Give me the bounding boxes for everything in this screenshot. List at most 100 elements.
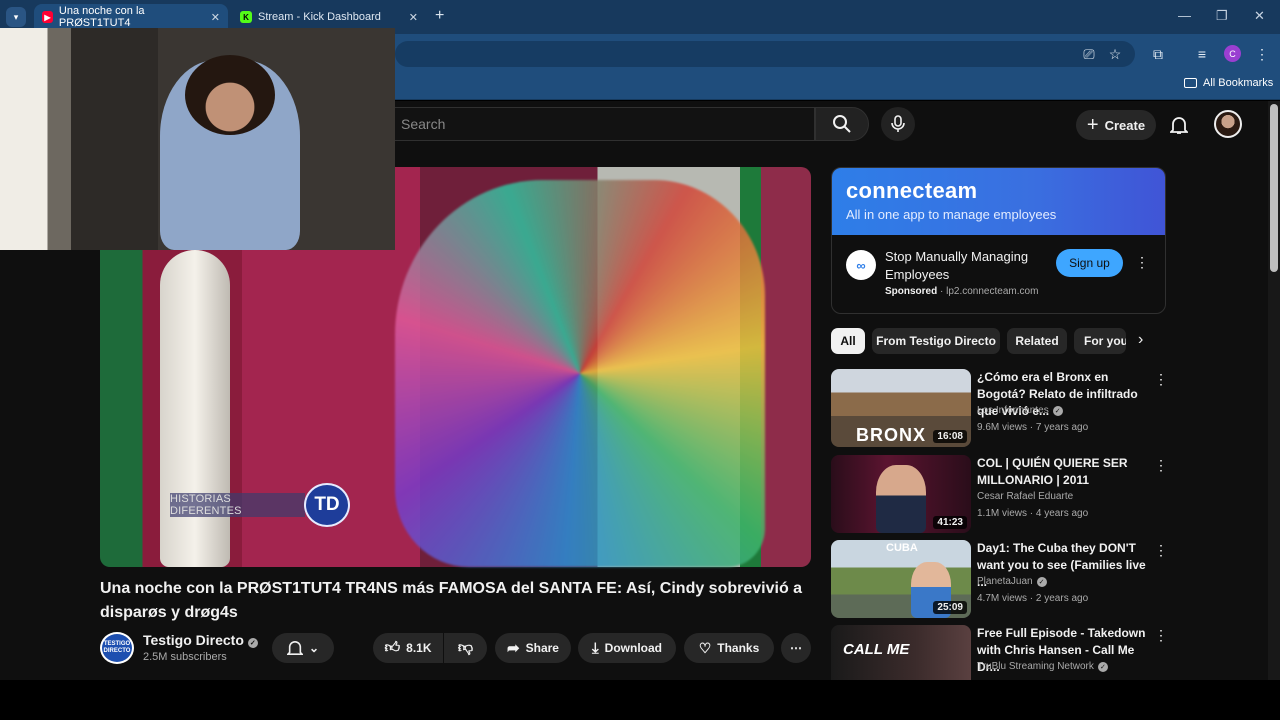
ad-sponsor-line: Sponsored · lp2.connecteam.com — [885, 286, 1038, 297]
thanks-button[interactable]: ♡ Thanks — [684, 633, 774, 663]
webcam-person-head — [185, 55, 275, 135]
channel-text: Cesar Rafael Eduarte — [977, 491, 1074, 502]
download-button[interactable]: ⤓ Download — [578, 633, 676, 663]
recommendation-meta: 1.1M views · 4 years ago — [977, 508, 1089, 519]
more-vertical-icon[interactable]: ⋮ — [1154, 627, 1166, 644]
ad-domain: lp2.connecteam.com — [946, 286, 1039, 297]
profile-avatar[interactable]: C — [1224, 45, 1241, 62]
more-vertical-icon[interactable]: ⋮ — [1154, 457, 1168, 474]
scrollbar-thumb[interactable] — [1270, 104, 1278, 272]
browser-menu-icon[interactable]: ⋮ — [1252, 44, 1272, 64]
recommendation-thumbnail[interactable]: CUBA 25:09 — [831, 540, 971, 618]
voice-search-button[interactable] — [881, 107, 915, 141]
maximize-button[interactable]: ❐ — [1216, 8, 1228, 24]
all-bookmarks-button[interactable]: All Bookmarks — [1184, 77, 1273, 89]
duration-badge: 25:09 — [933, 601, 967, 614]
recommendation-meta: 4.7M views · 2 years ago — [977, 593, 1089, 604]
recommendation-channel: Los Informantes ✓ — [977, 405, 1063, 416]
tab-title: Una noche con la PRØST1TUT4 — [58, 5, 145, 29]
verified-icon: ✓ — [1097, 661, 1108, 672]
more-vertical-icon[interactable]: ⋮ — [1154, 542, 1168, 559]
new-tab-button[interactable]: + — [435, 7, 444, 25]
chip-for-you[interactable]: For you — [1074, 328, 1126, 354]
channel-name[interactable]: Testigo Directo ✓ — [143, 632, 258, 648]
ad-headline[interactable]: Stop Manually Managing Employees — [885, 248, 1065, 284]
address-bar[interactable] — [395, 41, 1135, 67]
channel-text: PlanetaJuan — [977, 576, 1033, 587]
chips-next-chevron-icon[interactable]: › — [1138, 331, 1143, 349]
more-horizontal-icon: ⋯ — [790, 641, 802, 655]
views: 1.1M views — [977, 508, 1028, 519]
age: 7 years ago — [1035, 422, 1089, 433]
ad-brand-logo: connecteam — [846, 178, 978, 203]
share-icon: ➦ — [507, 640, 520, 657]
views: 9.6M views — [977, 422, 1028, 433]
more-actions-button[interactable]: ⋯ — [781, 633, 811, 663]
dislike-button[interactable]: 👎︎ — [444, 633, 487, 663]
bell-icon — [286, 641, 303, 656]
recommendation-thumbnail[interactable]: CALL ME — [831, 625, 971, 680]
thumbs-up-icon: 👍︎ — [384, 639, 401, 656]
chip-from-channel[interactable]: From Testigo Directo — [872, 328, 1000, 354]
tab-youtube[interactable]: ▶ Una noche con la PRØST1TUT4 ✕ — [34, 4, 228, 30]
minimize-button[interactable]: — — [1178, 8, 1191, 23]
recommendation-channel: Cesar Rafael Eduarte — [977, 491, 1073, 502]
install-app-icon[interactable]: ⎚ — [1079, 44, 1099, 64]
tab-close-icon[interactable]: ✕ — [211, 11, 220, 24]
search-button[interactable] — [815, 107, 869, 141]
recommendation-item[interactable]: CUBA 25:09 Day1: The Cuba they DON'T wan… — [831, 540, 1168, 620]
video-title: Una noche con la PRØST1TUT4 TR4NS más FA… — [100, 580, 803, 621]
recommendation-thumbnail[interactable]: BRONX 16:08 — [831, 369, 971, 447]
video-frame-subject — [395, 180, 765, 567]
age: 2 years ago — [1035, 593, 1089, 604]
tab-search-button[interactable]: ▾ — [6, 7, 26, 27]
channel-avatar[interactable]: TESTIGO DIRECTO — [100, 632, 134, 664]
tab-close-icon[interactable]: ✕ — [409, 11, 418, 24]
like-button[interactable]: 👍︎ 8.1K — [373, 633, 443, 663]
create-button[interactable]: + Create — [1076, 110, 1156, 140]
chip-related[interactable]: Related — [1007, 328, 1067, 354]
media-controls-icon[interactable]: ≡ — [1192, 44, 1212, 64]
recommendation-item[interactable]: CALL ME Free Full Episode - Takedown wit… — [831, 625, 1166, 680]
ad-card[interactable]: connecteam All in one app to manage empl… — [831, 167, 1166, 314]
folder-icon — [1184, 78, 1197, 88]
more-vertical-icon[interactable]: ⋮ — [1154, 371, 1168, 388]
chip-all[interactable]: All — [831, 328, 865, 354]
thumbnail-text: CALL ME — [843, 641, 910, 658]
tab-title: Stream - Kick Dashboard — [258, 11, 381, 23]
account-avatar[interactable] — [1214, 110, 1242, 138]
notifications-button[interactable] — [1166, 112, 1192, 138]
bell-icon — [1170, 117, 1188, 134]
ad-more-icon[interactable]: ⋮ — [1135, 254, 1149, 271]
recommendation-item[interactable]: 41:23 COL | QUIÉN QUIERE SER MILLONARIO … — [831, 455, 1168, 535]
views: 4.7M views — [977, 593, 1028, 604]
bookmark-star-icon[interactable]: ☆ — [1105, 44, 1125, 64]
extensions-icon[interactable]: ⧉ — [1148, 44, 1168, 64]
thumbs-down-icon: 👎︎ — [457, 639, 474, 656]
recommendation-thumbnail[interactable]: 41:23 — [831, 455, 971, 533]
tab-kick[interactable]: K Stream - Kick Dashboard ✕ — [232, 4, 426, 30]
recommendation-item[interactable]: BRONX 16:08 ¿Cómo era el Bronx en Bogotá… — [831, 369, 1168, 449]
thumbnail-host — [876, 465, 926, 533]
like-count: 8.1K — [406, 641, 432, 655]
subscriber-count: 2.5M subscribers — [143, 651, 227, 663]
duration-badge: 41:23 — [933, 516, 967, 529]
subscription-bell-button[interactable]: ⌄ — [272, 633, 334, 663]
plus-icon: + — [1086, 113, 1099, 136]
recommendation-meta: 9.6M views · 7 years ago — [977, 422, 1089, 433]
ad-sponsored-label: Sponsored — [885, 286, 938, 297]
recommendation-title[interactable]: COL | QUIÉN QUIERE SER MILLONARIO | 2011 — [977, 455, 1147, 489]
search-input[interactable]: Search — [395, 107, 815, 141]
download-icon: ⤓ — [592, 639, 599, 657]
create-label: Create — [1104, 117, 1146, 133]
age: 4 years ago — [1035, 508, 1089, 519]
video-watermark-badge: TD — [304, 483, 350, 527]
thanks-label: Thanks — [717, 641, 760, 655]
ad-tagline: All in one app to manage employees — [846, 207, 1057, 222]
super-thanks-icon: ♡ — [698, 639, 712, 656]
download-label: Download — [604, 641, 662, 655]
ad-signup-button[interactable]: Sign up — [1056, 249, 1123, 277]
youtube-icon: ▶ — [42, 11, 53, 23]
close-window-button[interactable]: ✕ — [1254, 8, 1265, 24]
share-button[interactable]: ➦ Share — [495, 633, 571, 663]
